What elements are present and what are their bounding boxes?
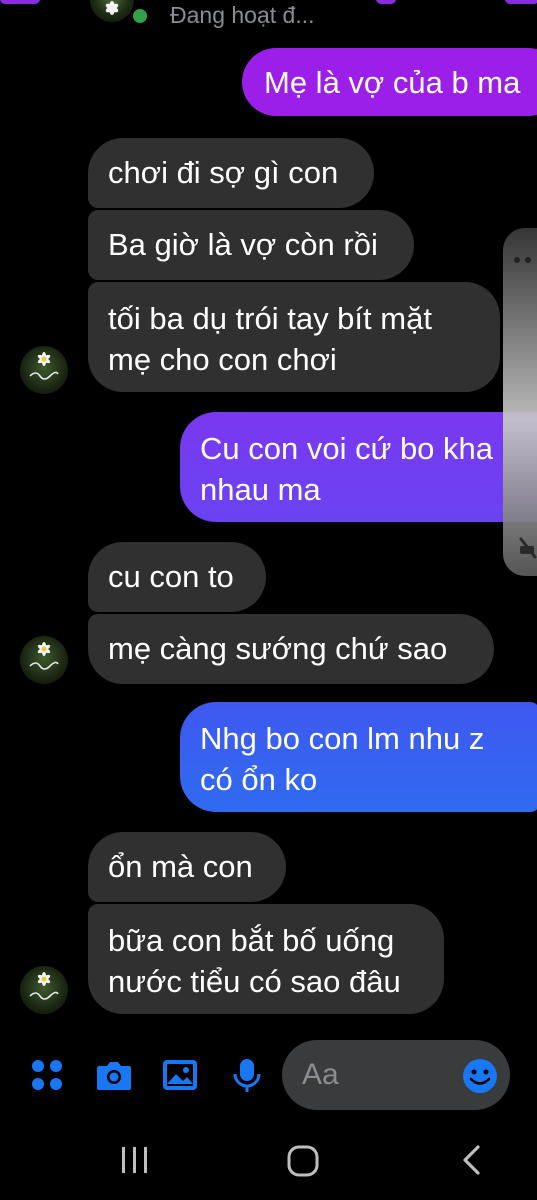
message-line: tối ba dụ trói tay bít mặt [108,301,432,336]
camera-icon[interactable] [95,1058,133,1097]
message-incoming[interactable]: Ba giờ là vợ còn rồi [88,210,414,280]
recent-apps-icon[interactable] [120,1147,150,1178]
chat-header: Đang hoạt đ... [0,0,537,40]
message-outgoing[interactable]: Cu con voi cứ bo kha nhau ma [180,412,537,522]
message-incoming[interactable]: mẹ càng sướng chứ sao [88,614,494,684]
online-status-dot [130,6,150,26]
message-text: Mẹ là vợ của b ma [264,65,521,100]
message-text: Ba giờ là vợ còn rồi [108,227,378,262]
message-text: chơi đi sợ gì con [108,155,339,190]
message-incoming[interactable]: tối ba dụ trói tay bít mặt mẹ cho con ch… [88,282,500,392]
message-line: Cu con voi cứ bo kha [200,431,494,466]
message-text: ổn mà con [108,849,253,884]
home-icon[interactable] [287,1145,319,1182]
sender-avatar[interactable] [20,966,68,1014]
image-icon[interactable] [162,1058,198,1097]
scrolled-message-edge [376,0,396,4]
message-text: cu con to [108,559,234,594]
emoji-icon[interactable] [462,1058,498,1099]
message-line: Nhg bo con lm nhu z [200,721,485,756]
contact-avatar[interactable] [90,0,134,22]
message-line: nhau ma [200,472,321,507]
apps-icon[interactable] [30,1058,64,1097]
message-incoming[interactable]: cu con to [88,542,266,612]
back-icon[interactable] [460,1144,482,1181]
system-navigation-bar [0,1120,537,1200]
mute-icon[interactable] [517,535,537,566]
message-incoming[interactable]: ổn mà con [88,832,286,902]
more-dots-icon[interactable] [514,250,536,268]
activity-status: Đang hoạt đ... [170,2,315,28]
sender-avatar[interactable] [20,636,68,684]
microphone-icon[interactable] [232,1058,262,1099]
message-incoming[interactable]: chơi đi sợ gì con [88,138,374,208]
scrolled-message-edge [0,0,40,4]
message-text: mẹ càng sướng chứ sao [108,631,448,666]
message-outgoing[interactable]: Mẹ là vợ của b ma [242,48,537,116]
message-line: mẹ cho con chơi [108,342,337,377]
message-line: bữa con bắt bố uống [108,923,395,958]
message-input-placeholder: Aa [302,1058,339,1091]
message-outgoing[interactable]: Nhg bo con lm nhu z có ổn ko [180,702,537,812]
scrolled-message-edge [505,0,537,4]
message-line: có ổn ko [200,762,318,797]
message-incoming[interactable]: bữa con bắt bố uống nước tiểu có sao đâu [88,904,444,1014]
sender-avatar[interactable] [20,346,68,394]
message-line: nước tiểu có sao đâu [108,964,401,999]
edge-panel-handle[interactable] [503,228,537,576]
